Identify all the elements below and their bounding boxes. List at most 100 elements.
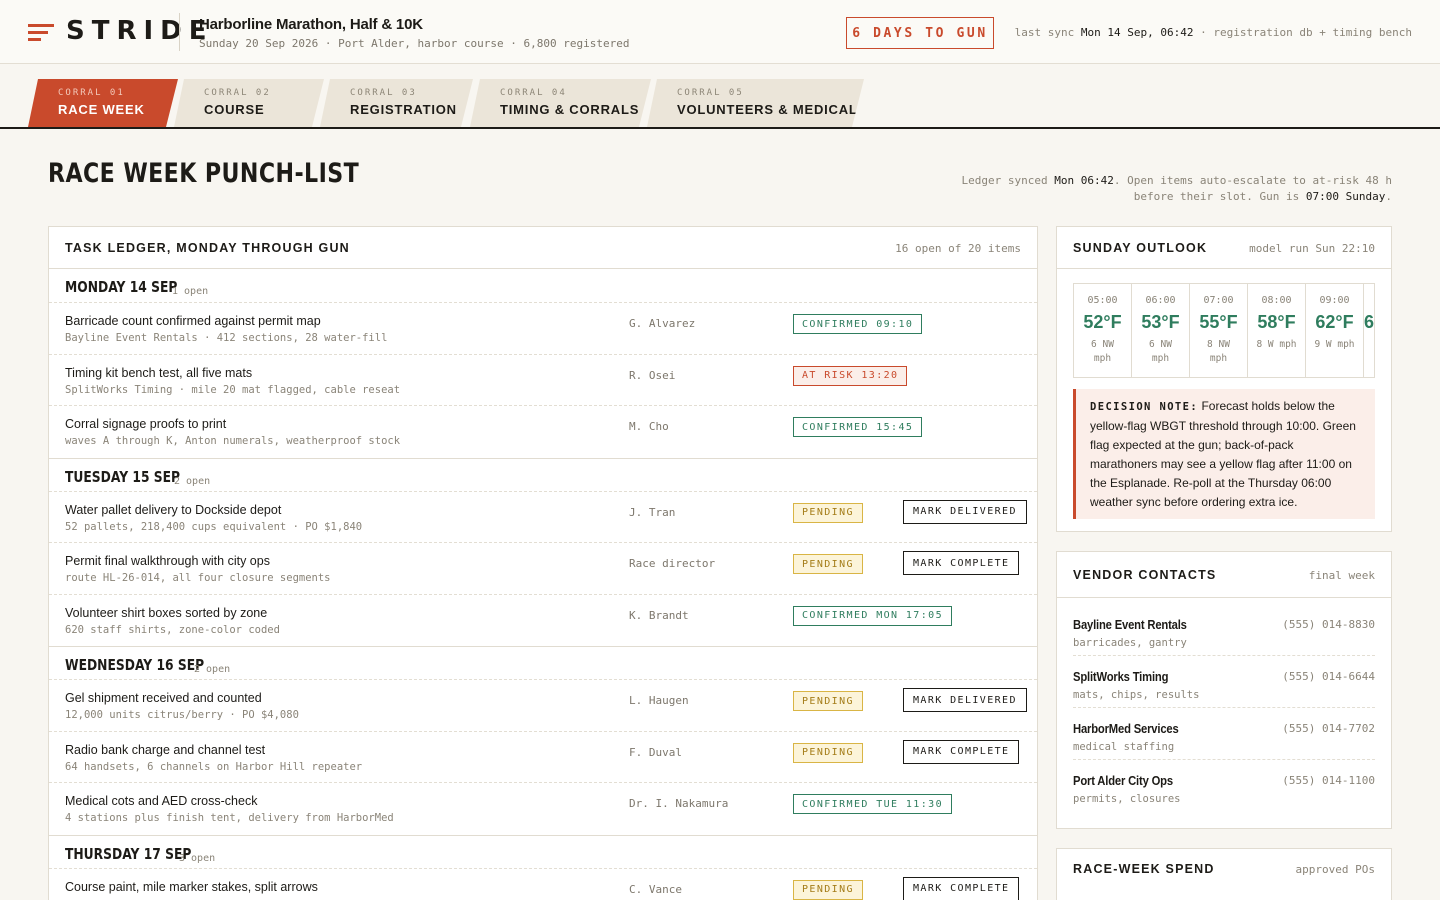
task-detail: SplitWorks Timing · mile 20 mat flagged,… [65, 383, 401, 396]
task-row[interactable]: Radio bank charge and channel test 64 ha… [49, 732, 1037, 783]
day-title: TUESDAY 15 SEP [65, 467, 181, 486]
panel-title: RACE-WEEK SPEND [1073, 862, 1215, 876]
status-badge: PENDING [793, 742, 863, 763]
mark-complete-button[interactable]: MARK COMPLETE [903, 551, 1020, 575]
hour-wind: 8 NW mph [1207, 339, 1230, 364]
hour-wind: 8 W mph [1256, 339, 1297, 350]
day-title: WEDNESDAY 16 SEP [65, 656, 205, 674]
sync-time: Mon 14 Sep, 06:42 [1080, 26, 1194, 39]
tab-label: VOLUNTEERS & MEDICAL [677, 102, 858, 117]
task-owner: R. Osei [629, 368, 676, 382]
panel-meta: 16 open of 20 items [895, 242, 1021, 255]
task-name: Radio bank charge and channel test [65, 742, 266, 757]
hour-temp: 52°F [1083, 312, 1122, 332]
tab-volunteers-medical[interactable]: CORRAL 05 VOLUNTEERS & MEDICAL [647, 79, 864, 127]
hour-wind: 6 NW mph [1149, 339, 1172, 364]
task-detail: Bayline Event Rentals · 412 sections, 28… [65, 332, 388, 344]
task-owner: G. Alvarez [629, 317, 696, 330]
panel-title: TASK LEDGER, MONDAY THROUGH GUN [65, 241, 350, 255]
tab-key: CORRAL 01 [58, 88, 125, 98]
event-subtitle: Sunday 20 Sep 2026 · Port Alder, harbor … [199, 37, 630, 50]
hour-wind: 9 W mph [1314, 339, 1355, 350]
task-name: Gel shipment received and counted [65, 691, 262, 705]
hour-temp: 55°F [1199, 312, 1238, 332]
hour-time: 09:00 [1319, 295, 1350, 306]
task-owner: J. Tran [629, 505, 676, 519]
task-name: Volunteer shirt boxes sorted by zone [65, 605, 268, 620]
status-badge: CONFIRMED 15:45 [793, 417, 923, 437]
tab-registration[interactable]: CORRAL 03 REGISTRATION [320, 79, 473, 127]
task-row[interactable]: Corral signage proofs to print waves A t… [49, 406, 1037, 458]
task-row[interactable]: Permit final walkthrough with city ops r… [49, 543, 1037, 595]
task-name: Corral signage proofs to print [65, 417, 227, 431]
task-row[interactable]: Gel shipment received and counted 12,000… [49, 680, 1037, 732]
panel-title: SUNDAY OUTLOOK [1073, 241, 1208, 255]
panel-meta: approved POs [1295, 863, 1375, 876]
tab-race-week[interactable]: CORRAL 01 RACE WEEK [28, 79, 178, 127]
vendor-phone[interactable]: (555) 014-8830 [1282, 618, 1375, 631]
race-week-spend-panel: RACE-WEEK SPEND approved POs [1056, 848, 1392, 900]
note-text: . [1385, 190, 1392, 203]
day-header: THURSDAY 17 SEP 3 open [49, 834, 1037, 869]
vendor-phone[interactable]: (555) 014-1100 [1282, 774, 1375, 787]
hour-wind: 6 NW mph [1091, 339, 1114, 364]
hour-time: 06:00 [1145, 295, 1176, 306]
task-row[interactable]: Volunteer shirt boxes sorted by zone 620… [49, 595, 1037, 647]
task-owner: K. Brandt [629, 608, 689, 622]
task-row[interactable]: Medical cots and AED cross-check 4 stati… [49, 783, 1037, 835]
forecast-hour: 08:00 58°F 8 W mph [1248, 284, 1306, 377]
day-title: THURSDAY 17 SEP [65, 844, 192, 863]
day-open-count: 1 open [172, 286, 209, 297]
tab-course[interactable]: CORRAL 02 COURSE [174, 79, 324, 127]
day-open-count: 3 open [179, 852, 216, 864]
day-open-count: 2 open [174, 475, 211, 487]
tab-label: COURSE [204, 102, 265, 117]
mark-complete-button[interactable]: MARK COMPLETE [903, 739, 1020, 764]
panel-header: VENDOR CONTACTS final week [1057, 552, 1391, 598]
panel-header: TASK LEDGER, MONDAY THROUGH GUN 16 open … [49, 227, 1037, 269]
countdown-badge: 6 DAYS TO GUN [846, 17, 994, 49]
task-owner: C. Vance [629, 882, 682, 896]
sync-status: last sync Mon 14 Sep, 06:42 · registrati… [1015, 26, 1412, 39]
status-badge: PENDING [793, 879, 863, 900]
panel-header: RACE-WEEK SPEND approved POs [1057, 849, 1391, 889]
mark-delivered-button[interactable]: MARK DELIVERED [903, 688, 1027, 712]
task-row[interactable]: Barricade count confirmed against permit… [49, 303, 1037, 355]
hourly-forecast[interactable]: 05:00 52°F 6 NW mph 06:00 53°F 6 NW mph … [1073, 283, 1375, 378]
note-key: DECISION NOTE: [1090, 401, 1199, 413]
task-name: Medical cots and AED cross-check [65, 794, 258, 808]
app-header: STRIDE Harborline Marathon, Half & 10K S… [0, 0, 1440, 64]
vendor-item[interactable]: Bayline Event Rentals barricades, gantry… [1073, 604, 1375, 656]
vendor-item[interactable]: SplitWorks Timing mats, chips, results (… [1073, 656, 1375, 708]
task-row[interactable]: Course paint, mile marker stakes, split … [49, 869, 1037, 900]
mark-delivered-button[interactable]: MARK DELIVERED [903, 499, 1027, 524]
task-row[interactable]: Water pallet delivery to Dockside depot … [49, 492, 1037, 543]
day-title: MONDAY 14 SEP [65, 278, 178, 296]
status-badge: CONFIRMED TUE 11:30 [793, 794, 952, 814]
decision-note: DECISION NOTE: Forecast holds below the … [1073, 389, 1375, 519]
forecast-hour: 05:00 52°F 6 NW mph [1074, 284, 1132, 377]
task-owner: F. Duval [629, 745, 682, 759]
mark-complete-button[interactable]: MARK COMPLETE [903, 876, 1020, 900]
task-owner: L. Haugen [629, 694, 689, 707]
vendor-phone[interactable]: (555) 014-7702 [1282, 722, 1375, 735]
sync-prefix: last sync [1014, 26, 1075, 39]
day-header: WEDNESDAY 16 SEP 2 open [49, 646, 1037, 680]
vendor-item[interactable]: Port Alder City Ops permits, closures (5… [1073, 760, 1375, 812]
task-name: Course paint, mile marker stakes, split … [65, 879, 318, 894]
vendor-item[interactable]: HarborMed Services medical staffing (555… [1073, 708, 1375, 760]
tab-timing-corrals[interactable]: CORRAL 04 TIMING & CORRALS [470, 79, 651, 127]
task-name: Permit final walkthrough with city ops [65, 554, 270, 568]
task-detail: 12,000 units citrus/berry · PO $4,080 [65, 709, 299, 721]
vendor-phone[interactable]: (555) 014-6644 [1282, 670, 1375, 683]
hour-temp: 53°F [1141, 312, 1180, 332]
menu-icon[interactable] [28, 24, 54, 42]
tab-key: CORRAL 05 [677, 88, 744, 98]
hour-temp: 62°F [1315, 312, 1354, 332]
task-row[interactable]: Timing kit bench test, all five mats Spl… [49, 355, 1037, 406]
brand-logo[interactable]: STRIDE [66, 16, 214, 46]
status-badge: PENDING [793, 554, 863, 574]
hour-time: 05:00 [1087, 295, 1118, 306]
vendor-role: medical staffing [1073, 741, 1175, 753]
task-ledger-panel: TASK LEDGER, MONDAY THROUGH GUN 16 open … [48, 226, 1038, 900]
